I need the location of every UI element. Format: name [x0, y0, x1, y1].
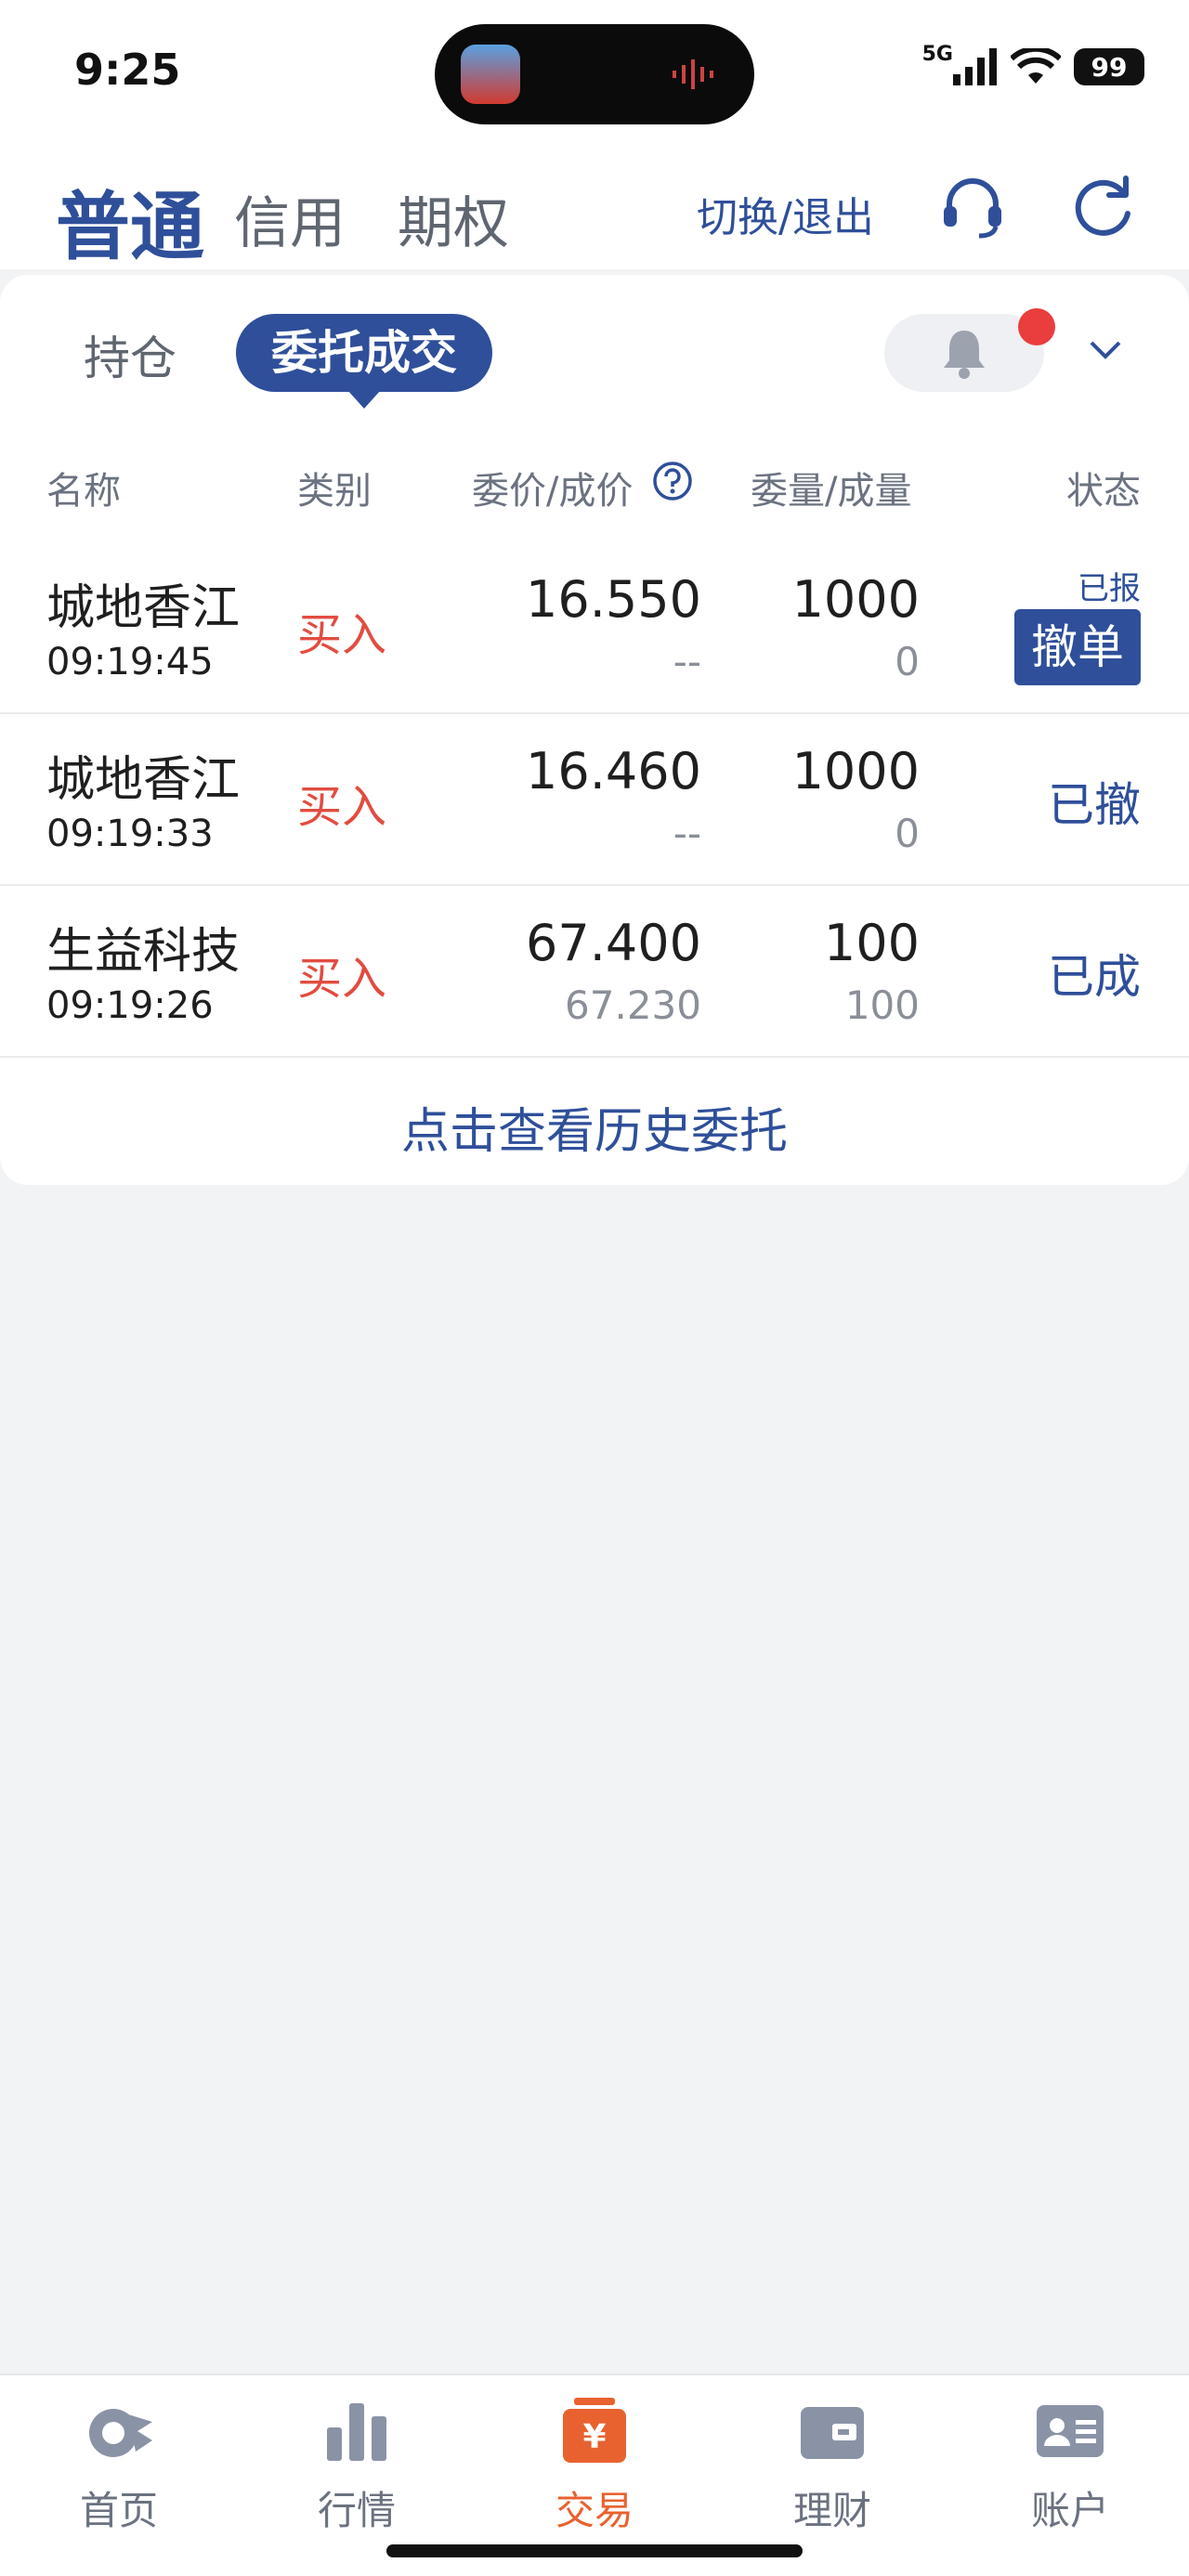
order-time: 09:19:26: [46, 984, 214, 1027]
market-chart-icon: [327, 2403, 386, 2461]
order-qty: 1000: [791, 742, 920, 800]
order-side: 买入: [297, 609, 387, 661]
deal-qty: 0: [895, 639, 920, 684]
nav-label: 交易: [555, 2488, 634, 2533]
signal-icon: [953, 48, 997, 85]
order-time: 09:19:45: [46, 641, 214, 683]
svg-text:¥: ¥: [582, 2418, 606, 2456]
deal-price: 67.230: [565, 982, 701, 1028]
order-status: 已成: [1048, 950, 1141, 1004]
deal-qty: 0: [895, 811, 920, 856]
headset-icon[interactable]: [938, 173, 1007, 241]
header-type: 类别: [297, 470, 372, 513]
table-header: 名称 类别 委价/成价 委量/成量 状态: [0, 461, 1189, 516]
nav-market[interactable]: 行情: [273, 2385, 440, 2533]
notification-badge: [1018, 308, 1055, 345]
nav-label: 理财: [792, 2488, 871, 2533]
switch-exit-button[interactable]: 切换/退出: [697, 184, 874, 243]
header-qty: 委量/成量: [751, 470, 912, 513]
account-card-icon: [1037, 2405, 1104, 2457]
order-side: 买入: [297, 781, 387, 833]
stock-name: 生益科技: [46, 924, 241, 980]
table-row[interactable]: 生益科技 09:19:26 买入 67.400 67.230 100 100 已…: [0, 884, 1189, 1058]
status-time: 9:25: [74, 45, 181, 95]
view-history-link[interactable]: 点击查看历史委托: [0, 1092, 1189, 1162]
header-name: 名称: [46, 470, 121, 513]
cancel-order-button[interactable]: 撤单: [1014, 609, 1141, 685]
deal-qty: 100: [844, 982, 920, 1028]
chevron-down-icon[interactable]: [1089, 340, 1122, 360]
nav-wealth[interactable]: 理财: [749, 2385, 916, 2533]
bell-icon: [944, 331, 985, 379]
order-price: 67.400: [526, 914, 701, 972]
table-row[interactable]: 城地香江 09:19:33 买入 16.460 -- 1000 0 已撤: [0, 712, 1189, 886]
deal-price: --: [673, 639, 701, 684]
home-indicator[interactable]: [386, 2544, 803, 2557]
order-status: 已撤: [1048, 778, 1141, 832]
header-price: 委价/成价: [472, 470, 634, 513]
nav-label: 行情: [317, 2488, 396, 2533]
order-qty: 100: [823, 914, 920, 972]
status-indicators: 5G 99: [922, 43, 1144, 85]
wallet-icon: [801, 2407, 864, 2459]
stock-name: 城地香江: [46, 752, 241, 808]
account-type-tabs: 普通 信用 期权 切换/退出: [0, 139, 1189, 270]
tab-normal[interactable]: 普通: [56, 167, 204, 275]
live-activity-avatar: [461, 45, 520, 104]
nav-home[interactable]: 首页: [35, 2385, 203, 2533]
nav-label: 首页: [79, 2488, 158, 2533]
tab-credit[interactable]: 信用: [234, 178, 346, 259]
order-qty: 1000: [791, 570, 920, 629]
nav-account[interactable]: 账户: [986, 2385, 1154, 2533]
dynamic-island: [435, 24, 754, 124]
battery-indicator: 99: [1074, 48, 1144, 85]
header-status: 状态: [1066, 470, 1141, 513]
order-price: 16.460: [526, 742, 701, 800]
audio-wave-icon: [673, 59, 713, 89]
nav-label: 账户: [1030, 2488, 1109, 2533]
order-price: 16.550: [526, 570, 701, 629]
network-type: 5G: [921, 42, 953, 66]
help-icon[interactable]: [652, 461, 693, 501]
nav-trade[interactable]: ¥ 交易: [511, 2385, 678, 2533]
trade-yen-icon: ¥: [563, 2398, 626, 2463]
status-bar: 9:25 5G 99: [0, 0, 1189, 139]
deal-price: --: [673, 811, 701, 856]
order-side: 买入: [297, 953, 387, 1005]
wifi-icon: [1011, 48, 1061, 84]
orders-card: 持仓 委托成交 名称 类别 委价/成价 委量/成量 状态 城地香江 09:19:…: [0, 275, 1189, 1185]
home-icon: [89, 2409, 152, 2457]
stock-name: 城地香江: [46, 580, 241, 636]
table-row[interactable]: 城地香江 09:19:45 买入 16.550 -- 1000 0 已报 撤单: [0, 540, 1189, 714]
tab-holdings[interactable]: 持仓: [84, 321, 176, 388]
order-time: 09:19:33: [46, 813, 214, 855]
tab-orders[interactable]: 委托成交: [236, 314, 492, 409]
order-status: 已报: [1078, 570, 1141, 607]
tab-options[interactable]: 期权: [398, 178, 509, 259]
refresh-icon[interactable]: [1068, 173, 1137, 241]
